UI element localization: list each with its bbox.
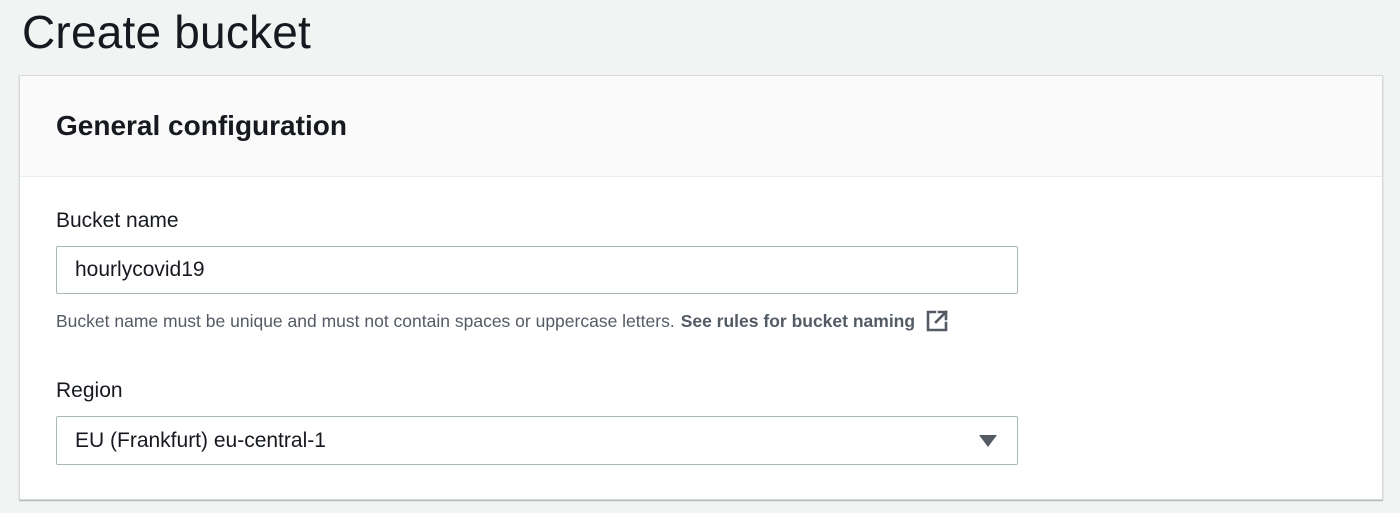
page-title: Create bucket bbox=[22, 6, 311, 58]
panel-title: General configuration bbox=[56, 110, 347, 141]
panel-header: General configuration bbox=[20, 76, 1382, 177]
caret-down-icon bbox=[979, 434, 997, 447]
bucket-name-input[interactable] bbox=[56, 246, 1018, 294]
bucket-name-hint-text: Bucket name must be unique and must not … bbox=[56, 311, 675, 331]
external-link-icon bbox=[926, 310, 948, 332]
bucket-name-label: Bucket name bbox=[56, 209, 179, 232]
region-selected-value: EU (Frankfurt) eu-central-1 bbox=[75, 428, 326, 452]
bucket-naming-rules-link[interactable]: See rules for bucket naming bbox=[681, 309, 949, 333]
bucket-naming-rules-link-text: See rules for bucket naming bbox=[680, 311, 916, 331]
region-select[interactable]: EU (Frankfurt) eu-central-1 bbox=[56, 416, 1018, 465]
bucket-name-hint: Bucket name must be unique and must not … bbox=[56, 309, 949, 333]
general-configuration-panel: General configuration Bucket name Bucket… bbox=[19, 75, 1383, 500]
region-label: Region bbox=[56, 379, 123, 402]
